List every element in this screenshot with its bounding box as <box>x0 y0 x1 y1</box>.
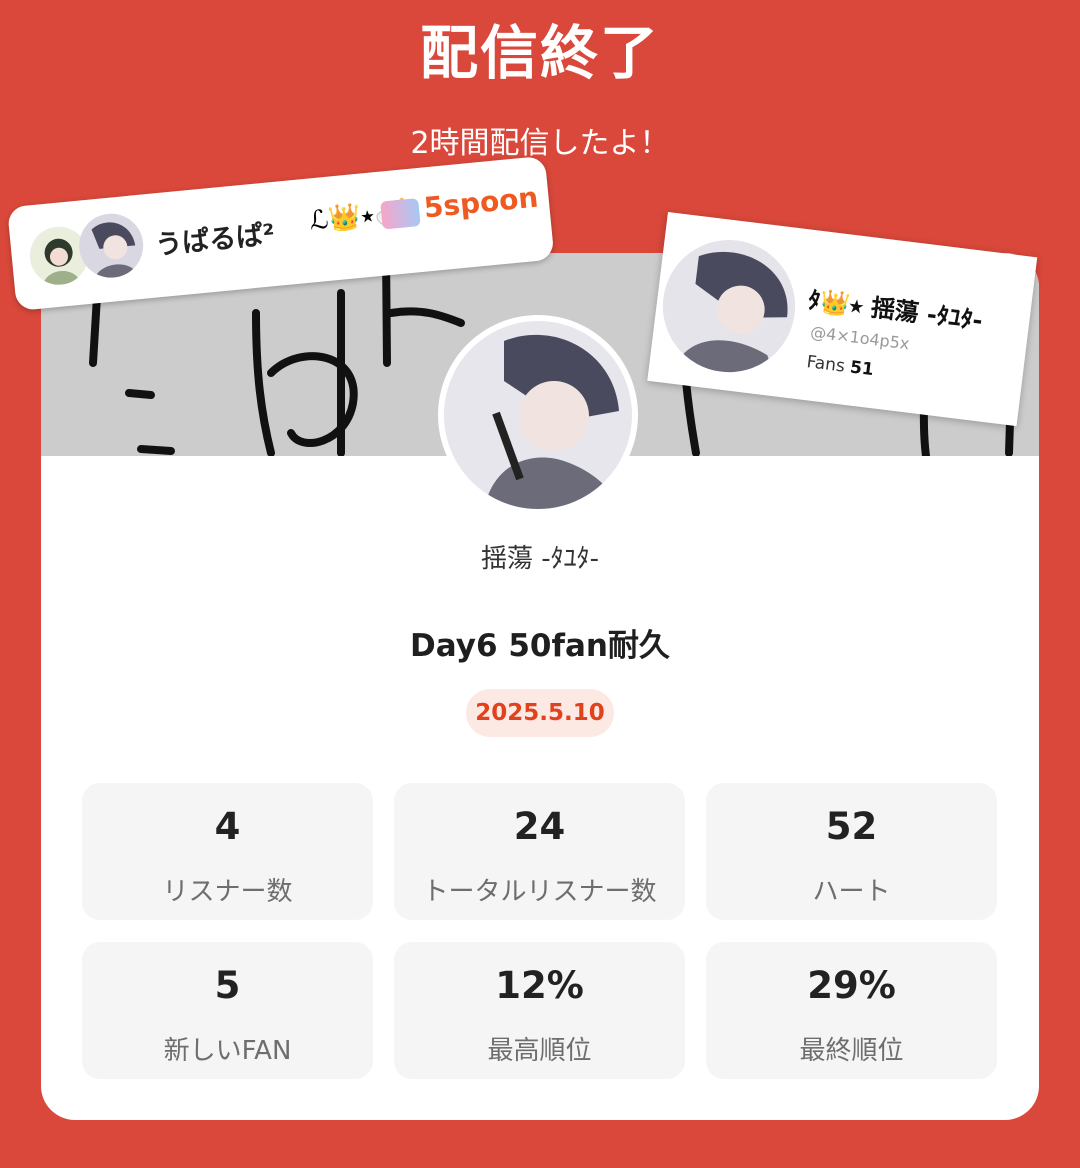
stat-value: 4 <box>214 805 241 848</box>
stat-total-listeners: 24 トータルリスナー数 <box>394 783 685 920</box>
fans-count: 51 <box>848 357 875 381</box>
streamer-name: 揺蕩 -ﾀﾕﾀ- <box>480 544 600 574</box>
stream-duration-text: 2時間配信したよ！ <box>410 126 670 161</box>
streamer-avatar <box>438 315 638 515</box>
user-avatar <box>76 210 147 281</box>
stat-hearts: 52 ハート <box>706 783 997 920</box>
stat-label: 新しいFAN <box>163 1036 292 1066</box>
spoon-badge-icon <box>380 198 421 230</box>
profile-sticker-fans: Fans 51 <box>806 352 875 380</box>
stream-title: Day6 50fan耐久 <box>410 628 670 664</box>
page-title: 配信終了 <box>419 19 660 87</box>
stat-label: リスナー数 <box>162 877 293 907</box>
stat-listeners: 4 リスナー数 <box>82 783 373 920</box>
sticker-partner-name: うぱるぱ² <box>153 219 277 262</box>
stat-value: 29% <box>807 964 896 1007</box>
fans-label: Fans <box>805 352 846 377</box>
stat-label: 最高順位 <box>487 1036 592 1066</box>
stat-value: 24 <box>513 805 566 848</box>
stat-value: 12% <box>495 964 584 1007</box>
stat-value: 5 <box>214 964 241 1007</box>
profile-sticker-avatar <box>655 232 803 380</box>
stat-new-fans: 5 新しいFAN <box>82 942 373 1079</box>
stat-label: 最終順位 <box>799 1036 904 1066</box>
profile-sticker-handle: @4×1o4p5x <box>809 322 911 354</box>
spoon-count: 5spoon <box>422 180 540 225</box>
stream-date-badge: 2025.5.10 <box>466 689 614 737</box>
stat-final-rank: 29% 最終順位 <box>706 942 997 1079</box>
stat-value: 52 <box>825 805 878 848</box>
stat-label: トータルリスナー数 <box>422 877 657 907</box>
stat-highest-rank: 12% 最高順位 <box>394 942 685 1079</box>
stat-label: ハート <box>812 877 891 907</box>
